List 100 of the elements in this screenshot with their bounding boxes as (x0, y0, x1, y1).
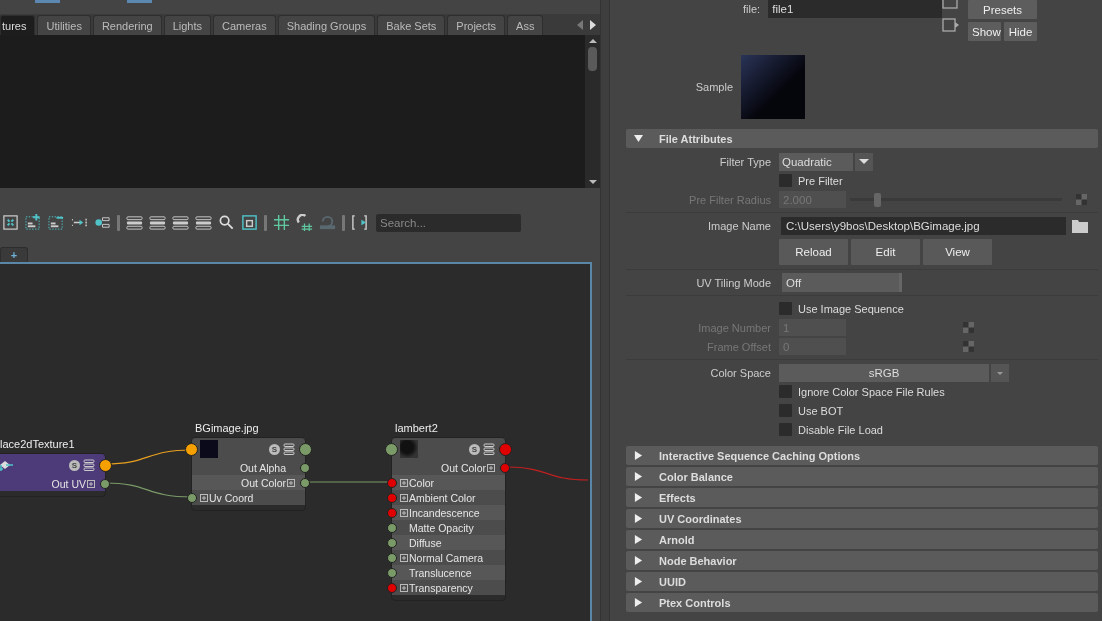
port-label: Out Color (241, 476, 286, 489)
swatch-toggle[interactable]: S (469, 443, 480, 455)
toggle-panel-icon[interactable] (351, 214, 368, 231)
port-dot[interactable] (500, 463, 510, 473)
port-dot[interactable] (300, 478, 310, 488)
file-path-field[interactable]: C:\Users\y9bos\Desktop\BGimage.jpg (781, 216, 1066, 235)
port-dot[interactable] (387, 493, 397, 503)
tab[interactable]: tures (0, 15, 36, 35)
port-label: Ambient Color (409, 491, 476, 504)
scroll-up-icon[interactable] (587, 38, 598, 44)
section-header[interactable]: Arnold (626, 530, 1098, 549)
checkbox[interactable] (779, 174, 792, 187)
expand-icon[interactable] (87, 479, 95, 488)
attribute-label: Image Name (707, 219, 771, 232)
checkbox[interactable] (779, 302, 792, 315)
grid-icon[interactable] (273, 214, 290, 231)
port-dot[interactable] (100, 479, 110, 489)
section-header[interactable]: Ptex Controls (626, 593, 1098, 612)
port-dot[interactable] (385, 443, 398, 456)
dropdown[interactable]: Quadratic (779, 152, 853, 171)
port-dot[interactable] (300, 463, 310, 473)
section-header[interactable]: Interactive Sequence Caching Options (626, 446, 1098, 465)
section-header[interactable]: UUID (626, 572, 1098, 591)
show-button[interactable]: Show (968, 22, 1001, 41)
swatch-toggle[interactable]: S (69, 459, 80, 471)
add-tab-button[interactable]: + (0, 247, 28, 262)
port-dot[interactable] (499, 443, 512, 456)
section-header[interactable]: Effects (626, 488, 1098, 507)
port-dot[interactable] (387, 568, 397, 578)
presets-button[interactable]: Presets (968, 0, 1037, 19)
section-header[interactable]: UV Coordinates (626, 509, 1098, 528)
tab[interactable]: Rendering (92, 15, 162, 35)
port-dot[interactable] (299, 443, 312, 456)
node-connection-icon[interactable] (94, 214, 111, 231)
port-dot[interactable] (387, 478, 397, 488)
tab[interactable]: Projects (447, 15, 506, 35)
shading-node[interactable]: S Out Alpha Out Color Uv Coord (185, 438, 312, 510)
port-dot[interactable] (99, 459, 112, 472)
port-dot[interactable] (387, 583, 397, 593)
port-label: Uv Coord (209, 491, 254, 504)
checkbox[interactable] (779, 404, 792, 417)
expand-icon[interactable] (400, 478, 408, 487)
port-dot[interactable] (185, 443, 198, 456)
list-layout-icon[interactable] (149, 214, 166, 231)
expand-icon[interactable] (400, 508, 408, 517)
menu-icon[interactable] (483, 443, 495, 455)
folder-icon[interactable] (1072, 218, 1088, 233)
scrollbar[interactable] (585, 35, 600, 188)
shading-node[interactable]: S Out Color Color Ambient Color Incandescence Matte Opacity Diffuse Normal Camera Translucence Transparency (385, 438, 512, 600)
expand-icon[interactable] (287, 478, 295, 487)
port-dot[interactable] (187, 493, 197, 503)
tab[interactable]: Cameras (213, 15, 276, 35)
frame-selection-icon[interactable] (2, 214, 19, 231)
frame-icon[interactable] (241, 214, 258, 231)
search-icon[interactable] (218, 214, 235, 231)
list-layout-icon[interactable] (126, 214, 143, 231)
port-dot[interactable] (387, 538, 397, 548)
tab[interactable]: Bake Sets (377, 15, 446, 35)
expand-icon[interactable] (400, 493, 408, 502)
list-layout-icon[interactable] (172, 214, 189, 231)
dropdown[interactable]: sRGB (779, 363, 989, 382)
swatch-toggle[interactable]: S (269, 443, 280, 455)
output-icon[interactable] (942, 18, 960, 32)
scrollbar-thumb[interactable] (588, 47, 597, 71)
checkbox[interactable] (779, 385, 792, 398)
section-header[interactable]: Color Balance (626, 467, 1098, 486)
checkbox[interactable] (779, 423, 792, 436)
menu-icon[interactable] (83, 459, 95, 471)
hide-button[interactable]: Hide (1004, 22, 1037, 41)
port-dot[interactable] (387, 508, 397, 518)
checkbox-label: Use BOT (798, 404, 844, 417)
scroll-down-icon[interactable] (587, 179, 598, 185)
action-button[interactable]: Edit (851, 239, 920, 265)
scroll-right-icon[interactable] (588, 19, 598, 31)
port-dot[interactable] (387, 523, 397, 533)
action-button[interactable]: View (923, 239, 992, 265)
section-header[interactable]: Node Behavior (626, 551, 1098, 570)
checkbox-label: Use Image Sequence (798, 302, 904, 315)
add-node-icon[interactable] (25, 214, 42, 231)
menu-icon[interactable] (283, 443, 295, 455)
tab[interactable]: Lights (163, 15, 212, 35)
search-field[interactable]: Search... (376, 213, 521, 232)
port-dot[interactable] (387, 553, 397, 563)
node-name-field[interactable]: file1 (768, 0, 942, 18)
expand-icon[interactable] (400, 583, 408, 592)
tab[interactable]: Ass (507, 15, 544, 35)
tab[interactable]: Shading Groups (277, 15, 376, 35)
expand-icon[interactable] (487, 463, 495, 472)
list-layout-icon[interactable] (195, 214, 212, 231)
place-texture-icon (0, 459, 14, 471)
port-label: Transparency (409, 581, 473, 594)
dropdown[interactable]: Off (782, 273, 902, 292)
expand-icon[interactable] (200, 493, 208, 502)
attribute-label: UV Tiling Mode (695, 276, 771, 289)
magnet-grid-icon[interactable] (296, 214, 313, 231)
expand-icon[interactable] (400, 553, 408, 562)
section-header[interactable]: File Attributes (626, 129, 1098, 148)
tab[interactable]: Utilities (37, 15, 91, 35)
remove-node-icon[interactable] (48, 214, 65, 231)
action-button[interactable]: Reload (779, 239, 848, 265)
